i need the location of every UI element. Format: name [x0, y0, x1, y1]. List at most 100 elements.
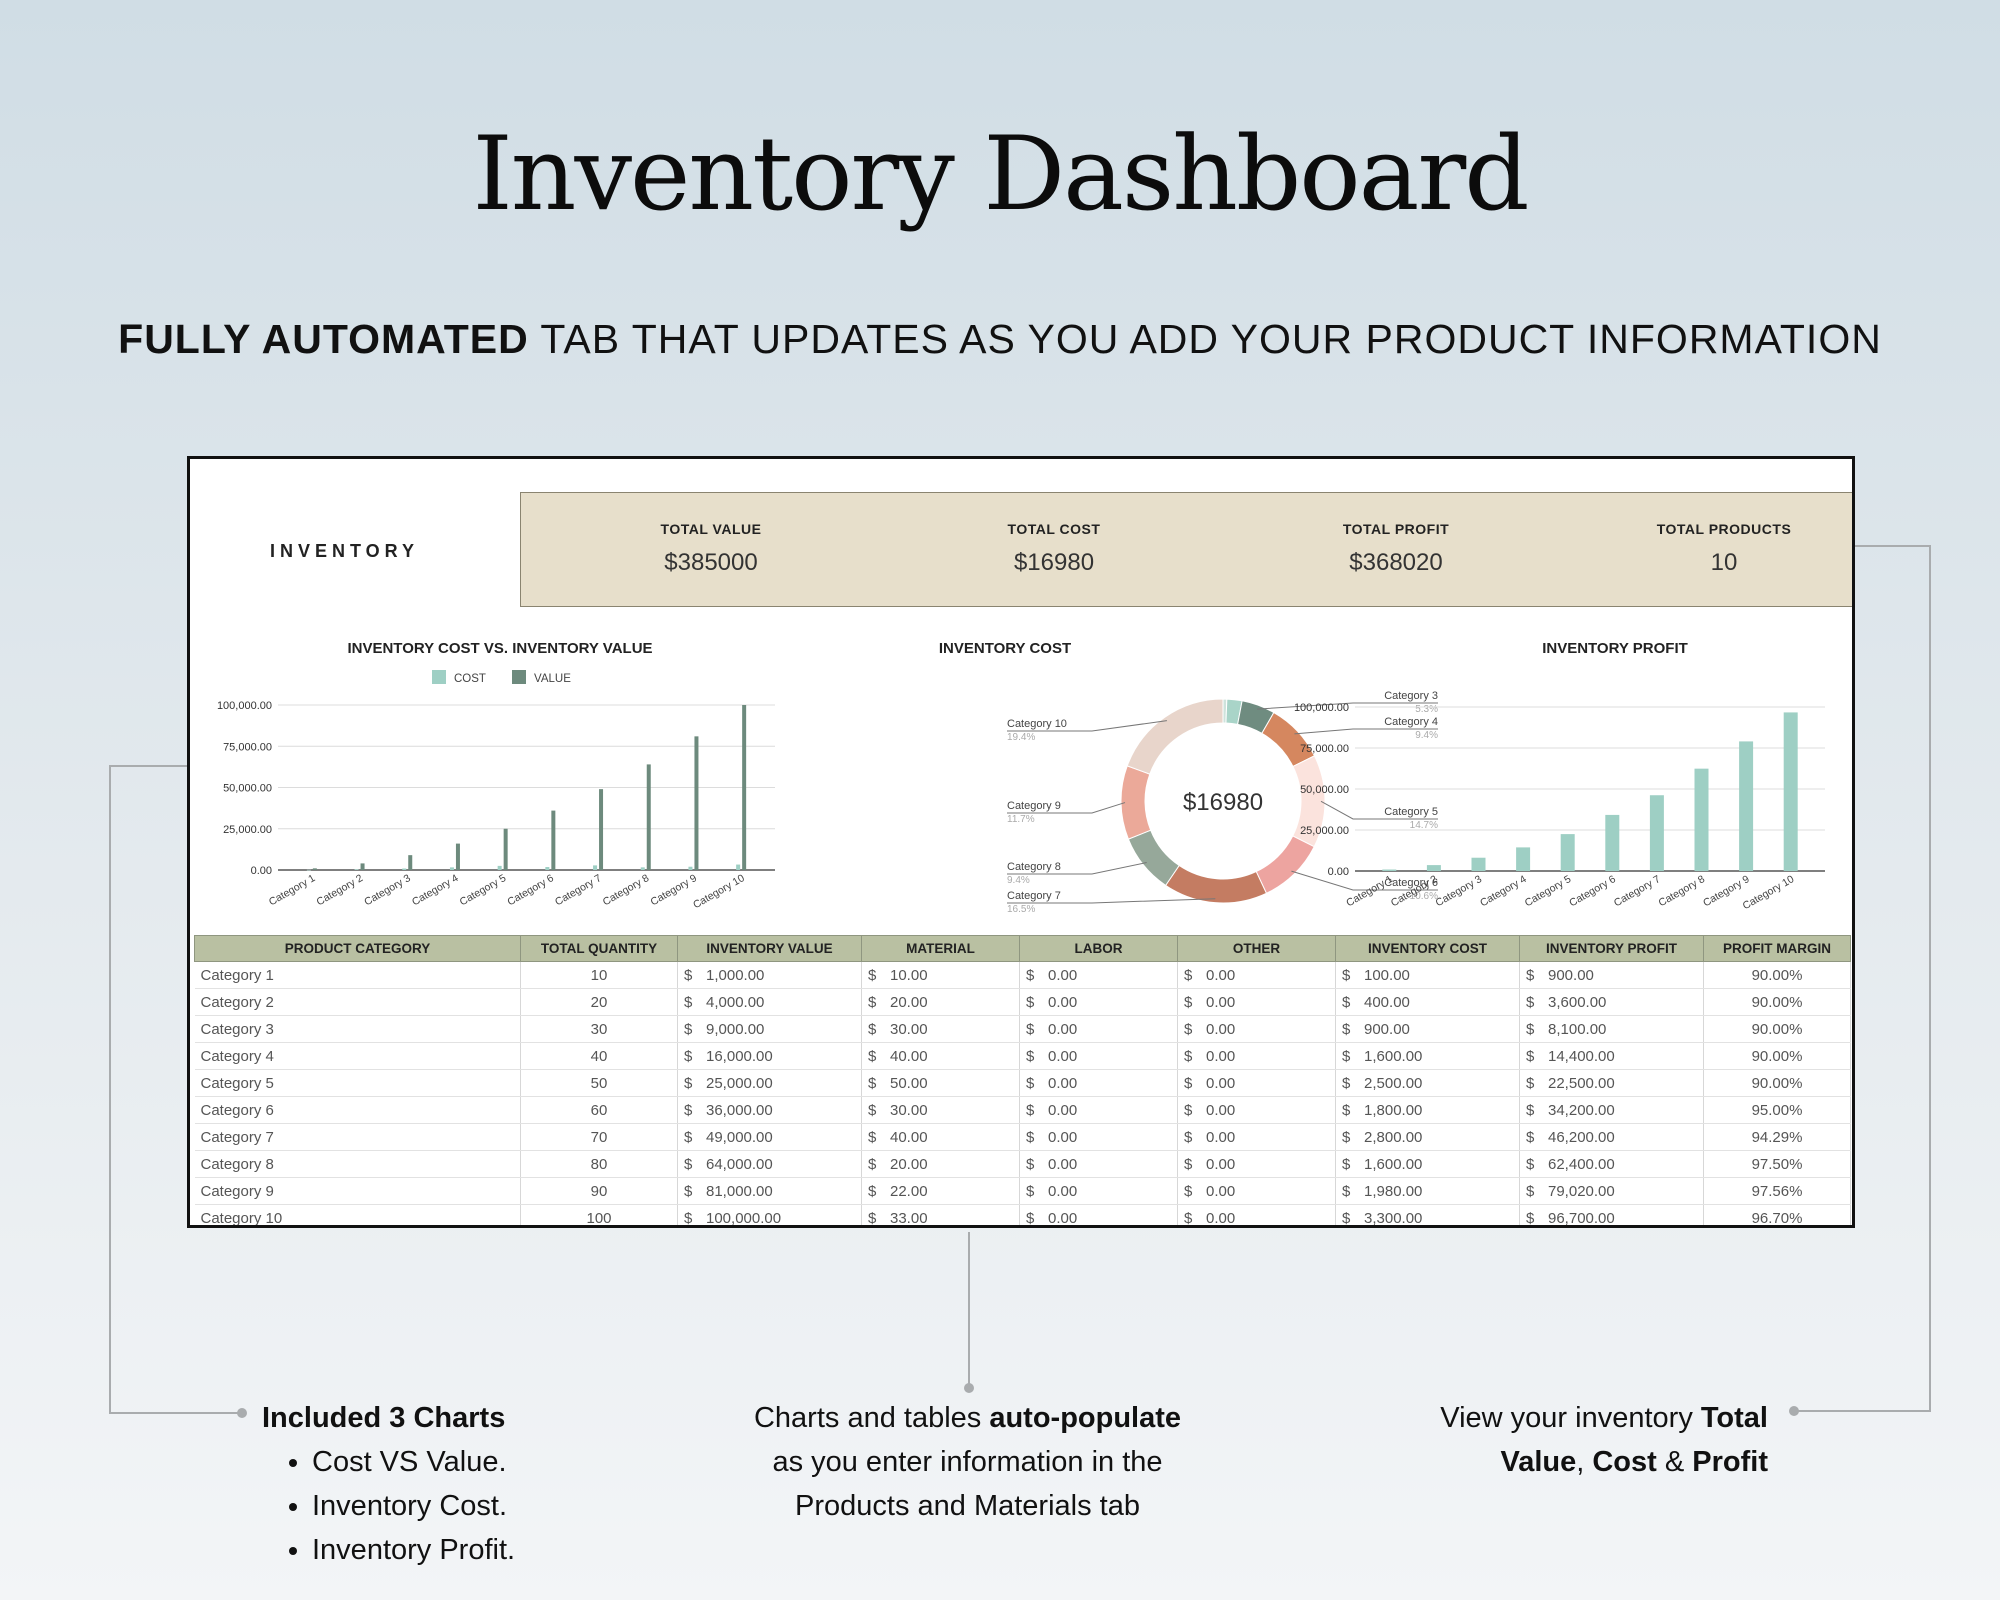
- cell-value: 50.00: [890, 1074, 928, 1092]
- cell-value: 81,000.00: [706, 1182, 773, 1200]
- currency-symbol: $: [684, 1074, 693, 1092]
- bar-value: [742, 705, 747, 870]
- donut-center-label: $16980: [1183, 789, 1263, 816]
- table-cell: 90.00%: [1703, 988, 1851, 1016]
- y-tick-label: 75,000.00: [223, 741, 272, 753]
- table-cell: $0.00: [1177, 1015, 1336, 1043]
- table-cell: $0.00: [1177, 1042, 1336, 1070]
- cell-value: 62,400.00: [1548, 1155, 1615, 1173]
- y-tick-label: 50,000.00: [223, 783, 272, 795]
- table-cell: $8,100.00: [1519, 1015, 1704, 1043]
- bar-profit: [1783, 712, 1798, 871]
- table-cell: 96.70%: [1703, 1204, 1851, 1225]
- table-cell: $0.00: [1177, 1204, 1336, 1225]
- currency-symbol: $: [1342, 1047, 1351, 1065]
- callout-label: Category 7: [1007, 890, 1061, 902]
- table-cell: $20.00: [861, 1150, 1020, 1178]
- table-cell: $0.00: [1177, 1096, 1336, 1124]
- table-cell: Category 4: [194, 1042, 521, 1070]
- currency-symbol: $: [1342, 993, 1351, 1011]
- callout-label: Category 10: [1007, 718, 1067, 730]
- cell-value: 2,800.00: [1364, 1128, 1423, 1146]
- table-row: Category 5 50 $25,000.00 $50.00 $0.00 $0.00 $2…: [194, 1069, 1851, 1097]
- table-cell: 90: [520, 1177, 678, 1205]
- table-row: Category 6 60 $36,000.00 $30.00 $0.00 $0.00 $1…: [194, 1096, 1851, 1124]
- cell-value: 96,700.00: [1548, 1209, 1615, 1227]
- cell-value: 0.00: [1048, 1128, 1078, 1146]
- currency-symbol: $: [868, 1182, 877, 1200]
- kpi-value: $16980: [1013, 549, 1095, 576]
- table-cell: $46,200.00: [1519, 1123, 1704, 1151]
- currency-symbol: $: [868, 1209, 877, 1227]
- table-cell: $400.00: [1335, 988, 1520, 1016]
- table-cell: $22,500.00: [1519, 1069, 1704, 1097]
- left-connector-dot-bottom: [237, 1408, 247, 1418]
- bar-cost: [593, 865, 598, 870]
- table-row: Category 7 70 $49,000.00 $40.00 $0.00 $0.00 $2…: [194, 1123, 1851, 1151]
- cell-value: 16,000.00: [706, 1047, 773, 1065]
- donut-slice: [1127, 829, 1180, 887]
- currency-symbol: $: [1184, 1128, 1193, 1146]
- callout-label: Category 9: [1007, 800, 1061, 812]
- table-cell: Category 7: [194, 1123, 521, 1151]
- currency-symbol: $: [1184, 966, 1193, 984]
- cell-value: 64,000.00: [706, 1155, 773, 1173]
- x-tick-label: Category 2: [1389, 873, 1440, 909]
- table-cell: $0.00: [1177, 1150, 1336, 1178]
- table-cell: Category 9: [194, 1177, 521, 1205]
- dashboard-sheet: INVENTORY TOTAL VALUE $385000 TOTAL COST…: [187, 456, 1855, 1228]
- column-header: PROFIT MARGIN: [1703, 935, 1851, 962]
- x-tick-label: Category 4: [1478, 873, 1529, 909]
- table-cell: 70: [520, 1123, 678, 1151]
- table-row: Category 1 10 $1,000.00 $10.00 $0.00 $0.00 $10…: [194, 961, 1851, 989]
- caption-right-profit: Profit: [1692, 1446, 1768, 1478]
- currency-symbol: $: [684, 1128, 693, 1146]
- cell-value: 20.00: [890, 993, 928, 1011]
- currency-symbol: $: [1342, 1209, 1351, 1227]
- table-cell: $30.00: [861, 1015, 1020, 1043]
- table-row: Category 4 40 $16,000.00 $40.00 $0.00 $0.00 $1…: [194, 1042, 1851, 1070]
- currency-symbol: $: [1184, 1182, 1193, 1200]
- cell-value: 2,500.00: [1364, 1074, 1423, 1092]
- bar-profit: [1739, 741, 1754, 871]
- cell-value: 0.00: [1206, 1074, 1236, 1092]
- cell-value: 0.00: [1048, 1182, 1078, 1200]
- kpi-value: $368020: [1349, 549, 1443, 576]
- cell-value: 1,980.00: [1364, 1182, 1423, 1200]
- caption-right-value: Value: [1500, 1446, 1577, 1478]
- inventory-table: PRODUCT CATEGORY TOTAL QUANTITY INVENTORY …: [194, 935, 1851, 1227]
- table-cell: $81,000.00: [677, 1177, 862, 1205]
- cell-value: 10.00: [890, 966, 928, 984]
- currency-symbol: $: [684, 1020, 693, 1038]
- caption-middle-line3: Products and Materials tab: [795, 1490, 1140, 1522]
- currency-symbol: $: [684, 1209, 693, 1227]
- currency-symbol: $: [868, 1074, 877, 1092]
- caption-right-pre: View your inventory: [1440, 1402, 1701, 1434]
- table-cell: $62,400.00: [1519, 1150, 1704, 1178]
- cell-value: 0.00: [1048, 966, 1078, 984]
- currency-symbol: $: [1342, 1074, 1351, 1092]
- caption-right-sep2: &: [1656, 1446, 1693, 1478]
- table-cell: $1,000.00: [677, 961, 862, 989]
- table-cell: $100,000.00: [677, 1204, 862, 1227]
- x-tick-label: Category 3: [1434, 873, 1485, 909]
- cell-value: 40.00: [890, 1047, 928, 1065]
- currency-symbol: $: [1342, 1155, 1351, 1173]
- table-row: Category 8 80 $64,000.00 $20.00 $0.00 $0.00 $1…: [194, 1150, 1851, 1178]
- cell-value: 20.00: [890, 1155, 928, 1173]
- table-cell: $2,800.00: [1335, 1123, 1520, 1151]
- chart-title-inventory-cost: INVENTORY COST: [938, 640, 1072, 657]
- kpi-total-cost: TOTAL COST $16980: [904, 521, 1204, 577]
- x-tick-label: Category 1: [267, 872, 318, 908]
- x-tick-label: Category 7: [1612, 873, 1663, 909]
- table-cell: $100.00: [1335, 961, 1520, 989]
- table-row: Category 3 30 $9,000.00 $30.00 $0.00 $0.00 $90…: [194, 1015, 1851, 1043]
- cell-value: 0.00: [1048, 1209, 1078, 1227]
- bar-value: [646, 764, 651, 870]
- cell-value: 0.00: [1206, 1155, 1236, 1173]
- table-cell: $0.00: [1177, 1123, 1336, 1151]
- column-header: OTHER: [1177, 935, 1336, 962]
- column-header: INVENTORY PROFIT: [1519, 935, 1704, 962]
- cell-value: 0.00: [1048, 1101, 1078, 1119]
- table-cell: $50.00: [861, 1069, 1020, 1097]
